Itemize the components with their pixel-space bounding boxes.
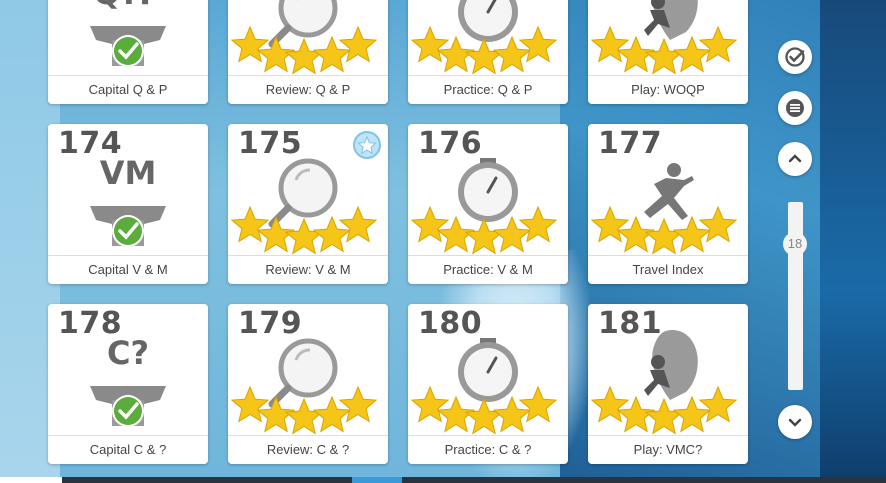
activity-tile[interactable]: 176 Practice: V & M xyxy=(408,124,568,284)
star-icon xyxy=(230,25,270,63)
bottom-progress-bar xyxy=(0,477,886,483)
star-icon xyxy=(284,217,324,255)
tile-illustration xyxy=(590,0,738,75)
activity-tile[interactable]: 177 Travel Index xyxy=(588,124,748,284)
check-badge-icon xyxy=(114,37,142,65)
scroll-up-button[interactable] xyxy=(778,142,812,176)
activity-tile[interactable]: VM 174 Capital V & M xyxy=(48,124,208,284)
star-icon xyxy=(590,25,630,63)
star-icon xyxy=(464,397,504,435)
star-icon xyxy=(698,205,738,243)
star-icon xyxy=(284,37,324,75)
star-icon xyxy=(644,37,684,75)
activity-tile[interactable]: Review: Q & P xyxy=(228,0,388,104)
runner-icon xyxy=(644,176,694,220)
activity-tile[interactable]: C? 178 Capital C & ? xyxy=(48,304,208,464)
star-icon xyxy=(698,25,738,63)
activity-tile[interactable]: Q?P Capital Q & P xyxy=(48,0,208,104)
star-icon xyxy=(518,25,558,63)
scrollbar-track[interactable] xyxy=(788,202,803,390)
tile-caption: Practice: Q & P xyxy=(408,75,568,104)
activity-tile[interactable]: Practice: Q & P xyxy=(408,0,568,104)
tile-caption: Travel Index xyxy=(588,255,748,284)
check-badge-icon xyxy=(114,397,142,425)
star-icon xyxy=(410,25,450,63)
bottom-progress-active xyxy=(352,477,402,483)
activity-tile[interactable]: 175 Review: V & M xyxy=(228,124,388,284)
star-icon xyxy=(284,397,324,435)
tile-caption: Capital Q & P xyxy=(48,75,208,104)
check-circle-icon xyxy=(785,47,805,67)
tile-number: 174 xyxy=(58,126,123,161)
activity-tile[interactable]: Play: WOQP xyxy=(588,0,748,104)
star-icon xyxy=(410,205,450,243)
activity-tile[interactable]: 180 Practice: C & ? xyxy=(408,304,568,464)
tile-number: 179 xyxy=(238,306,303,341)
figure-head xyxy=(651,355,665,369)
check-badge-icon xyxy=(114,217,142,245)
tile-number: 177 xyxy=(598,126,663,161)
menu-icon xyxy=(786,99,804,117)
tile-number: 178 xyxy=(58,306,123,341)
star-badge-icon xyxy=(353,131,381,159)
star-icon xyxy=(698,385,738,423)
tile-number: 181 xyxy=(598,306,663,341)
tile-illustration xyxy=(410,0,558,75)
star-icon xyxy=(338,205,378,243)
tile-caption: Review: Q & P xyxy=(228,75,388,104)
star-icon xyxy=(518,205,558,243)
star-icon xyxy=(464,37,504,75)
tile-caption: Practice: V & M xyxy=(408,255,568,284)
star-icon xyxy=(338,25,378,63)
tile-number: 180 xyxy=(418,306,483,341)
scroll-position-label: 18 xyxy=(783,232,807,256)
tile-caption: Review: V & M xyxy=(228,255,388,284)
activity-tile[interactable]: 181 Play: VMC? xyxy=(588,304,748,464)
star-icon xyxy=(338,385,378,423)
tile-caption: Review: C & ? xyxy=(228,435,388,464)
medal-text: Q?P xyxy=(48,0,208,12)
menu-button[interactable] xyxy=(778,91,812,125)
star-icon xyxy=(644,397,684,435)
background-ice-wall xyxy=(820,0,886,483)
tile-caption: Play: VMC? xyxy=(588,435,748,464)
tile-caption: Capital V & M xyxy=(48,255,208,284)
star-icon xyxy=(410,385,450,423)
tile-illustration xyxy=(230,0,378,75)
tile-caption: Practice: C & ? xyxy=(408,435,568,464)
star-icon xyxy=(590,385,630,423)
tile-caption: Play: WOQP xyxy=(588,75,748,104)
scroll-down-button[interactable] xyxy=(778,405,812,439)
tile-number: 175 xyxy=(238,126,303,161)
star-icon xyxy=(230,385,270,423)
tile-caption: Capital C & ? xyxy=(48,435,208,464)
star-icon xyxy=(590,205,630,243)
star-icon xyxy=(644,217,684,255)
star-icon xyxy=(464,217,504,255)
star-icon xyxy=(518,385,558,423)
chevron-down-icon xyxy=(788,418,802,427)
check-circle-button[interactable] xyxy=(778,40,812,74)
tile-number: 176 xyxy=(418,126,483,161)
bottom-progress-segment xyxy=(0,477,62,483)
activity-tile[interactable]: 179 Review: C & ? xyxy=(228,304,388,464)
star-icon xyxy=(230,205,270,243)
chevron-up-icon xyxy=(788,154,802,163)
runner-head xyxy=(667,163,681,177)
